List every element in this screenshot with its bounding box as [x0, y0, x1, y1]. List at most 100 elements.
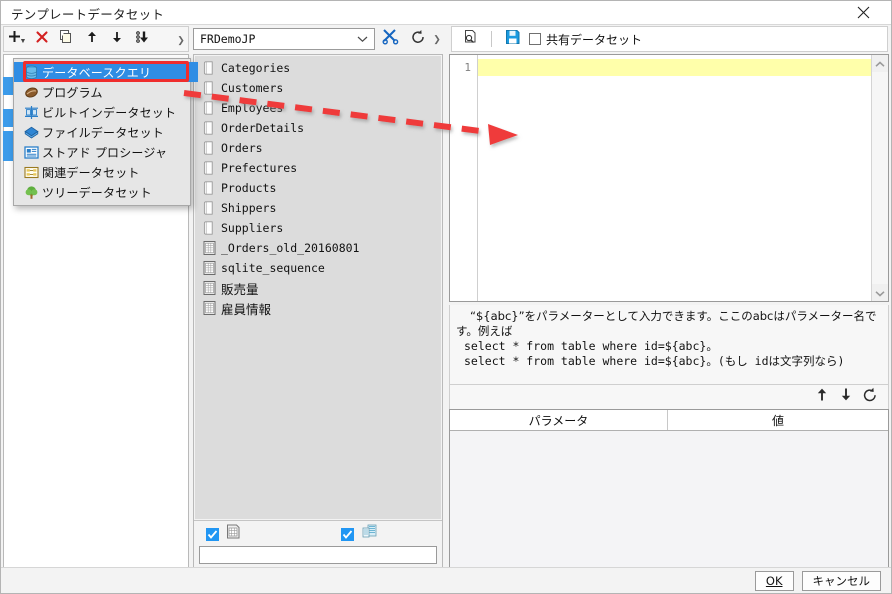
- check-icon: [207, 529, 218, 539]
- move-to-bottom-icon: [134, 30, 150, 49]
- table-icon: [203, 101, 213, 115]
- menu-item-label: データベースクエリ: [42, 65, 152, 80]
- editor-scrollbar[interactable]: [871, 55, 888, 301]
- parameter-toolbar: [449, 385, 889, 409]
- table-list-item[interactable]: sqlite_sequence: [195, 258, 441, 278]
- table-icon: [203, 201, 213, 215]
- menu-item-0[interactable]: データベースクエリ: [14, 62, 198, 82]
- column-header-value[interactable]: 値: [668, 410, 888, 430]
- table-list-item[interactable]: Suppliers: [195, 218, 441, 238]
- copy-dataset-button[interactable]: [54, 27, 79, 51]
- table-icon: [203, 141, 221, 155]
- ok-button-label: OK: [765, 573, 783, 588]
- table-list-item[interactable]: Orders: [195, 138, 441, 158]
- table-list-item-label: Customers: [221, 81, 284, 95]
- table-filter-input[interactable]: [199, 546, 437, 564]
- table-icon: [203, 81, 221, 95]
- view-icon: [203, 281, 221, 295]
- menu-item-label: ファイルデータセット: [42, 125, 165, 140]
- editor-code-area[interactable]: [478, 55, 871, 301]
- menu-item-6[interactable]: ツリーデータセット: [14, 182, 190, 202]
- menu-item-1[interactable]: プログラム: [14, 82, 190, 102]
- relation-icon: [20, 163, 42, 181]
- scroll-down-button[interactable]: [872, 284, 888, 301]
- connection-select[interactable]: FRDemoJP: [193, 28, 375, 50]
- blue-file-icon: [20, 123, 42, 141]
- table-list-item[interactable]: Prefectures: [195, 158, 441, 178]
- connection-dropdown-button[interactable]: [350, 29, 374, 49]
- table-icon: [203, 181, 221, 195]
- table-icon: [203, 61, 221, 75]
- dialog-footer: OK キャンセル: [1, 567, 891, 593]
- save-button[interactable]: [500, 27, 525, 51]
- parameter-table-body[interactable]: [450, 431, 888, 568]
- menu-item-5[interactable]: 関連データセット: [14, 162, 190, 182]
- toolbar-overflow-left[interactable]: ❯: [177, 29, 185, 51]
- table-list-item[interactable]: Shippers: [195, 198, 441, 218]
- dataset-tab-stub-1: [3, 77, 13, 95]
- scroll-up-button[interactable]: [872, 55, 888, 72]
- param-refresh-button[interactable]: [858, 386, 882, 408]
- table-icon: [203, 101, 221, 115]
- table-list-item[interactable]: Employees: [195, 98, 441, 118]
- parameter-table[interactable]: パラメータ 値: [449, 409, 889, 569]
- toolbar-divider: [491, 31, 492, 47]
- move-up-button[interactable]: [79, 27, 104, 51]
- menu-item-label: プログラム: [42, 85, 103, 100]
- table-icon: [203, 121, 213, 135]
- param-move-up-button[interactable]: [810, 386, 834, 408]
- title-bar: テンプレートデータセット: [1, 1, 891, 25]
- view-icon: [203, 261, 216, 275]
- delete-dataset-button[interactable]: [29, 27, 54, 51]
- database-icon: [20, 63, 42, 81]
- table-list-item-label: 雇員情報: [221, 301, 272, 317]
- preview-button[interactable]: [458, 27, 483, 51]
- shared-dataset-label: 共有データセット: [546, 32, 643, 47]
- table-list-item[interactable]: Products: [195, 178, 441, 198]
- builtin-table-icon: [20, 103, 42, 121]
- connection-tools-button[interactable]: [377, 27, 403, 51]
- show-views-checkbox[interactable]: [341, 527, 354, 541]
- move-down-button[interactable]: [104, 27, 129, 51]
- close-button[interactable]: [843, 1, 883, 24]
- arrow-down-icon: [839, 387, 853, 407]
- add-dataset-button[interactable]: ▼: [4, 27, 29, 51]
- check-icon: [342, 529, 353, 539]
- menu-item-label: 関連データセット: [42, 165, 140, 180]
- column-header-parameter[interactable]: パラメータ: [450, 410, 668, 430]
- dataset-toolbar-group: ▼ ❯: [3, 26, 189, 52]
- ok-button[interactable]: OK: [754, 570, 794, 591]
- table-list[interactable]: Categories Customers Employees OrderDetails…: [195, 56, 441, 519]
- cancel-button[interactable]: キャンセル: [801, 570, 881, 591]
- view-icon: [203, 241, 221, 255]
- table-icon: [203, 81, 213, 95]
- dataset-tab-stub-2: [3, 109, 13, 127]
- param-move-down-button[interactable]: [834, 386, 858, 408]
- menu-item-3[interactable]: ファイルデータセット: [14, 122, 190, 142]
- editor-toolbar-group: 共有データセット: [451, 26, 888, 52]
- move-to-bottom-button[interactable]: [129, 27, 154, 51]
- table-list-item[interactable]: Customers: [195, 78, 441, 98]
- menu-item-4[interactable]: ストアド プロシージャ: [14, 142, 190, 162]
- line-number: 1: [464, 61, 471, 74]
- shared-dataset-checkbox[interactable]: 共有データセット: [529, 31, 642, 48]
- table-list-item[interactable]: _Orders_old_20160801: [195, 238, 441, 258]
- table-list-item[interactable]: OrderDetails: [195, 118, 441, 138]
- cancel-button-label: キャンセル: [812, 573, 871, 588]
- toolbar-overflow-mid[interactable]: ❯: [433, 28, 441, 50]
- show-tables-checkbox[interactable]: [206, 527, 219, 541]
- menu-item-2[interactable]: ビルトインデータセット: [14, 102, 190, 122]
- help-line-1: “${abc}”をパラメーターとして入力できます。ここのabcはパラメーター名で: [470, 309, 877, 323]
- table-list-item-label: Orders: [221, 141, 263, 155]
- table-list-item-label: Products: [221, 181, 277, 195]
- coffee-bean-icon: [20, 83, 42, 101]
- refresh-connection-button[interactable]: [405, 27, 431, 51]
- table-list-item[interactable]: 販売量: [195, 278, 441, 298]
- table-list-item[interactable]: Categories: [195, 58, 441, 78]
- table-list-item-label: sqlite_sequence: [221, 261, 325, 275]
- table-list-item[interactable]: 雇員情報: [195, 298, 441, 318]
- table-list-item-label: OrderDetails: [221, 121, 305, 135]
- table-icon: [203, 61, 213, 75]
- add-dataset-menu[interactable]: データベースクエリ プログラムビルトインデータセットファイルデータセットストアド …: [13, 58, 198, 206]
- sql-editor[interactable]: 1: [449, 54, 889, 302]
